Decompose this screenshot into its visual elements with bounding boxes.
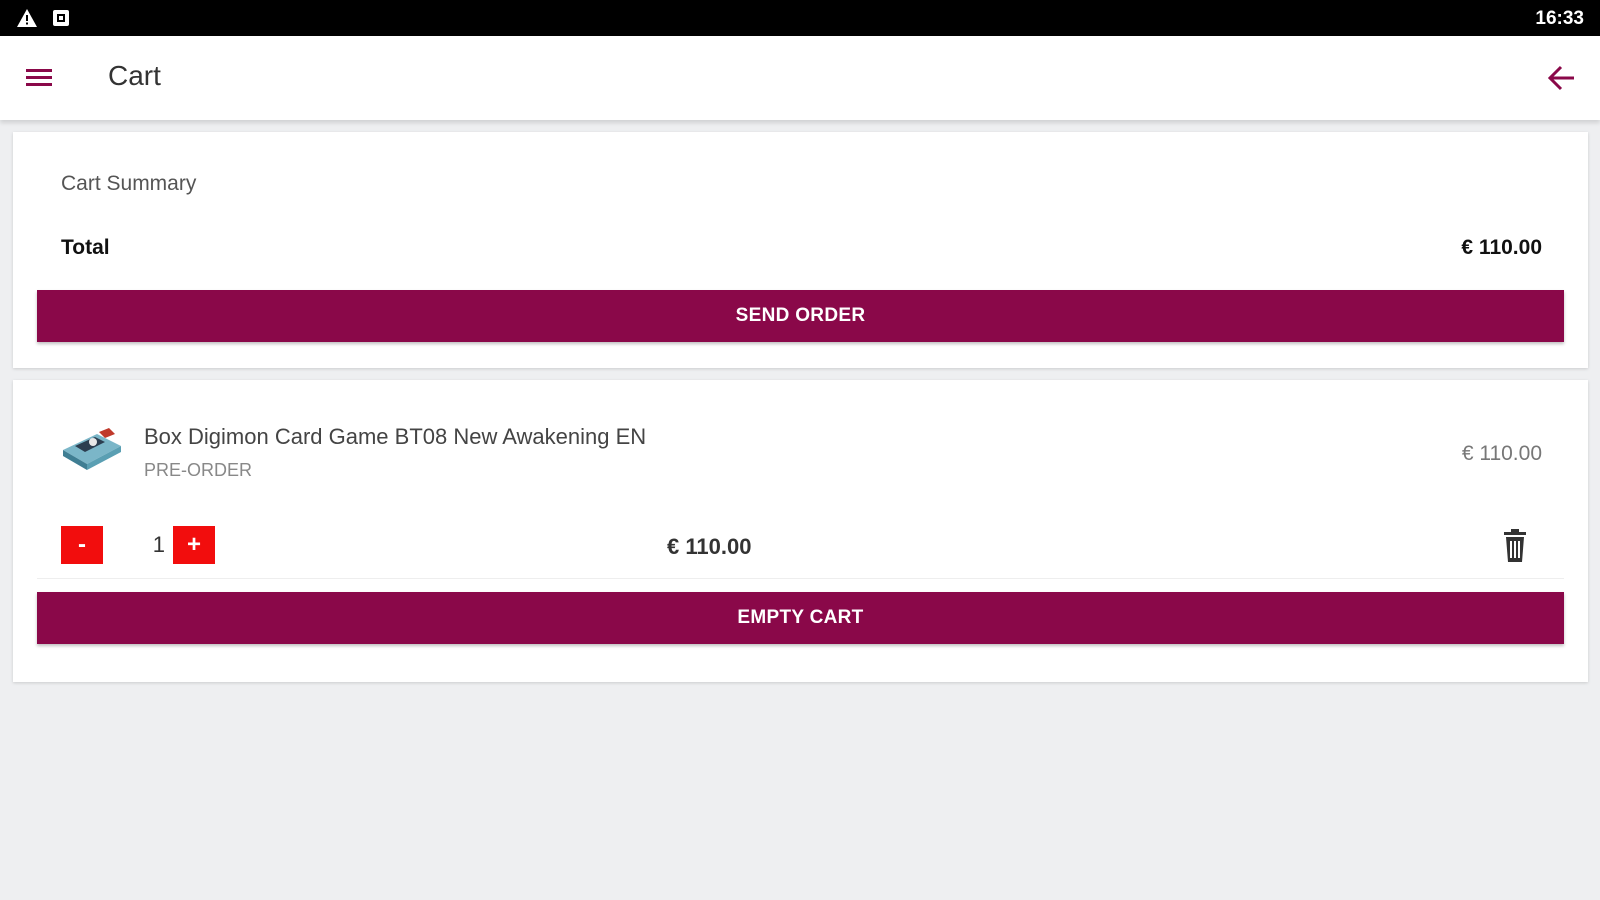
cart-summary-card: Cart Summary Total € 110.00 SEND ORDER [13,132,1588,368]
hamburger-menu-icon[interactable] [24,62,56,94]
increase-quantity-button[interactable]: + [173,526,215,564]
product-unit-price: € 110.00 [1461,442,1542,465]
app-bar: Cart [0,36,1600,120]
cart-item: Box Digimon Card Game BT08 New Awakening… [13,380,1588,580]
page-title: Cart [108,60,161,91]
send-order-button[interactable]: SEND ORDER [37,290,1564,342]
status-bar: 16:33 [0,0,1600,36]
decrease-quantity-button[interactable]: - [61,526,103,564]
cart-items-card: Box Digimon Card Game BT08 New Awakening… [13,380,1588,682]
status-time: 16:33 [1535,8,1584,29]
line-total: € 110.00 [667,534,752,559]
notification-icon [53,10,69,26]
empty-cart-button[interactable]: EMPTY CART [37,592,1564,644]
total-label: Total [61,236,110,259]
divider [37,578,1564,579]
arrow-back-icon[interactable] [1546,62,1578,94]
status-icons [16,8,70,28]
quantity-input[interactable] [103,526,173,564]
total-value: € 110.00 [1461,236,1542,259]
cart-summary-title: Cart Summary [61,172,197,195]
product-status-badge: PRE-ORDER [144,460,253,480]
product-thumbnail [59,420,125,472]
trash-icon[interactable] [1498,528,1532,564]
product-name[interactable]: Box Digimon Card Game BT08 New Awakening… [144,424,646,450]
warning-icon [17,9,37,27]
quantity-stepper: - + [61,526,215,564]
